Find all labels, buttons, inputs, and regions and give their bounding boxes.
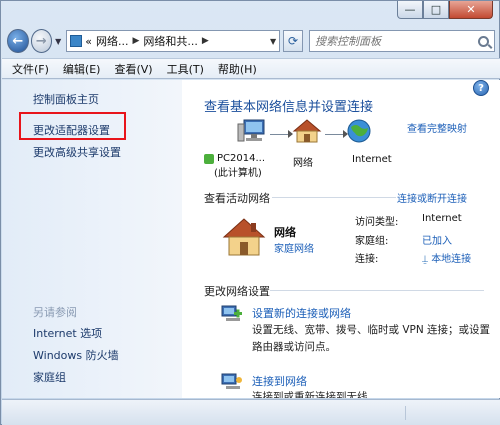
menu-help[interactable]: 帮助(H) [218, 61, 257, 77]
connection-value-link[interactable]: ⍊ 本地连接 [422, 250, 471, 265]
active-networks-heading: 查看活动网络 [204, 192, 270, 205]
network-label: 网络 [293, 158, 313, 169]
address-dropdown-icon[interactable]: ▼ [270, 37, 276, 46]
page-title: 查看基本网络信息并设置连接 [204, 100, 374, 115]
section-divider [270, 290, 484, 291]
sidebar: 控制面板主页 更改适配器设置 更改高级共享设置 另请参阅 Internet 选项… [2, 80, 182, 398]
see-also-internet-options[interactable]: Internet 选项 [33, 325, 102, 341]
minimize-button[interactable]: — [397, 1, 423, 19]
menu-bar: 文件(F) 编辑(E) 查看(V) 工具(T) 帮助(H) [2, 58, 500, 79]
highlight-annotation [19, 112, 126, 140]
forward-button[interactable]: → [30, 29, 53, 53]
internet-node [344, 118, 374, 147]
breadcrumb-separator-icon[interactable]: ▶ [132, 36, 139, 46]
ethernet-icon: ⍊ [422, 254, 432, 265]
see-also-homegroup[interactable]: 家庭组 [33, 369, 66, 385]
navigation-bar: ← → ▼ « 网络... ▶ 网络和共... ▶ ▼ ⟳ [7, 27, 495, 55]
active-network-name: 网络 [274, 226, 296, 239]
network-status-icon [204, 153, 214, 164]
computer-label: PC2014... (此计算机) [204, 153, 274, 179]
see-also-heading: 另请参阅 [33, 306, 77, 319]
help-icon[interactable]: ? [473, 80, 489, 96]
homegroup-label: 家庭组: [355, 236, 389, 247]
main-panel: ? 查看基本网络信息并设置连接 查看完整映射 PC2014... (此计算机) … [182, 80, 500, 398]
connection-label: 连接: [355, 254, 379, 265]
recent-pages-dropdown-icon[interactable]: ▼ [55, 37, 61, 46]
caption-buttons: — □ ✕ [397, 1, 493, 19]
globe-icon [347, 119, 371, 143]
section-divider [272, 197, 396, 198]
window-frame: — □ ✕ ← → ▼ « 网络... ▶ 网络和共... ▶ ▼ ⟳ 文件(F… [0, 0, 500, 425]
back-arrow-icon: ← [12, 33, 24, 49]
homegroup-value-link[interactable]: 已加入 [422, 232, 452, 247]
status-bar [2, 399, 500, 425]
menu-view[interactable]: 查看(V) [114, 61, 152, 77]
content-area: 控制面板主页 更改适配器设置 更改高级共享设置 另请参阅 Internet 选项… [2, 80, 500, 398]
connect-disconnect-link[interactable]: 连接或断开连接 [397, 190, 467, 205]
sidebar-link-advanced-sharing[interactable]: 更改高级共享设置 [33, 144, 121, 160]
control-panel-icon [70, 35, 83, 47]
maximize-button[interactable]: □ [423, 1, 449, 19]
search-input[interactable] [314, 34, 478, 48]
view-full-map-link[interactable]: 查看完整映射 [407, 120, 467, 135]
refresh-button[interactable]: ⟳ [283, 30, 303, 52]
breadcrumb-network-sharing[interactable]: 网络和共... [143, 33, 198, 49]
connect-to-network-link[interactable]: 连接到网络 [252, 373, 307, 389]
computer-name: PC2014... [217, 153, 265, 164]
change-settings-heading: 更改网络设置 [204, 285, 270, 298]
access-type-value: Internet [422, 213, 462, 224]
access-type-label: 访问类型: [355, 217, 399, 228]
new-connection-icon [221, 305, 242, 321]
see-also-windows-firewall[interactable]: Windows 防火墙 [33, 347, 119, 363]
search-box[interactable] [308, 30, 495, 52]
internet-label: Internet [352, 154, 392, 165]
setup-new-connection-desc: 设置无线、宽带、拨号、临时或 VPN 连接；或设置路由器或访问点。 [252, 324, 491, 353]
menu-edit[interactable]: 编辑(E) [63, 61, 101, 77]
network-node [290, 118, 324, 147]
computer-icon [237, 119, 265, 142]
refresh-icon: ⟳ [288, 34, 299, 48]
sidebar-link-control-panel-home[interactable]: 控制面板主页 [33, 91, 99, 107]
setup-new-connection-link[interactable]: 设置新的连接或网络 [252, 305, 351, 321]
close-button[interactable]: ✕ [449, 1, 493, 19]
breadcrumb-network[interactable]: 网络... [96, 33, 129, 49]
forward-arrow-icon: → [35, 33, 47, 49]
connect-to-network-desc: 连接到或重新连接到无线 [252, 391, 368, 398]
status-pane [405, 406, 490, 420]
home-network-icon [222, 218, 266, 256]
house-icon [292, 119, 322, 143]
computer-node [235, 118, 269, 147]
menu-tools[interactable]: 工具(T) [167, 61, 204, 77]
search-icon[interactable] [478, 35, 489, 47]
connect-network-icon [221, 373, 242, 389]
address-bar[interactable]: « 网络... ▶ 网络和共... ▶ ▼ [66, 30, 281, 52]
menu-file[interactable]: 文件(F) [12, 61, 49, 77]
active-network-type-link[interactable]: 家庭网络 [274, 240, 314, 255]
breadcrumb-separator-icon[interactable]: ▶ [202, 36, 209, 46]
address-prefix[interactable]: « [85, 35, 92, 48]
back-button[interactable]: ← [7, 29, 29, 53]
computer-subtitle: (此计算机) [214, 168, 262, 179]
